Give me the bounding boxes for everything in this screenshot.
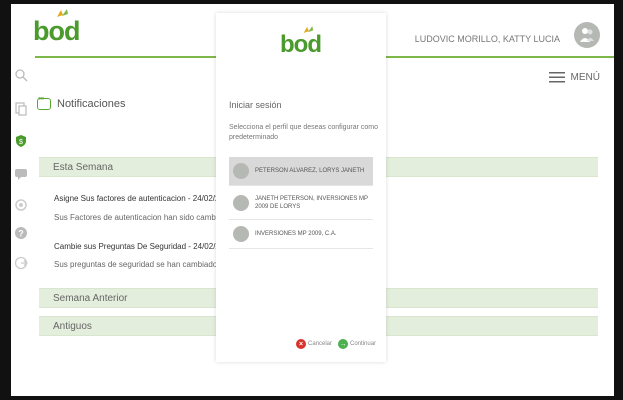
continue-label: Continuar (350, 341, 377, 347)
user-name[interactable]: LUDOVIC MORILLO, KATTY LUCIA (415, 34, 560, 44)
user-avatar[interactable] (574, 22, 600, 48)
modal-heading: Iniciar sesión (229, 100, 282, 110)
window-frame-right (614, 0, 623, 400)
profile-avatar-icon (233, 163, 249, 179)
hamburger-icon (548, 72, 565, 83)
logo-leaf-icon (57, 9, 68, 17)
notifications-header: Notificaciones (37, 94, 126, 110)
chat-icon[interactable] (14, 167, 28, 181)
menu-label: MENÚ (570, 72, 600, 83)
modal-logo-leaf-icon (303, 26, 314, 33)
modal-brand-text: bod (280, 31, 322, 58)
continue-button[interactable]: → Continuar (338, 339, 376, 349)
notification-title-text: Cambie sus Preguntas De Seguridad - 24/0… (54, 241, 234, 251)
cancel-label: Cancelar (308, 341, 333, 347)
profile-avatar-icon (233, 194, 249, 211)
search-icon[interactable] (14, 68, 28, 82)
notifications-title: Notificaciones (57, 98, 126, 110)
help-icon[interactable]: ? (14, 226, 28, 240)
profile-avatar-icon (233, 226, 249, 242)
profile-name: JANETH PETERSON, INVERSIONES MP 2009 DE … (255, 195, 368, 210)
profile-option[interactable]: JANETH PETERSON, INVERSIONES MP 2009 DE … (229, 186, 373, 220)
continue-arrow-icon: → (338, 339, 349, 349)
notification-item-desc: Sus Factores de autenticacion han sido c… (54, 213, 229, 222)
section-this-week-label: Esta Semana (53, 162, 114, 173)
section-last-week-label: Semana Anterior (53, 293, 128, 304)
notification-title-text: Asigne Sus factores de autenticacion - 2… (54, 193, 233, 203)
profile-option[interactable]: INVERSIONES MP 2009, C.A. (229, 220, 373, 249)
profile-name: INVERSIONES MP 2009, C.A. (255, 231, 337, 237)
sidebar: $ ? (11, 58, 33, 396)
window-frame-left (0, 0, 11, 400)
modal-actions: × Cancelar → Continuar (296, 339, 376, 349)
brand-logo[interactable]: bod (33, 16, 80, 47)
modal-brand-logo: bod (280, 31, 322, 59)
cancel-button[interactable]: × Cancelar (296, 339, 332, 349)
profile-option[interactable]: PETERSON ALVAREZ, LORYS JANETH (229, 157, 373, 186)
documents-icon[interactable] (14, 102, 28, 116)
profile-list: PETERSON ALVAREZ, LORYS JANETH JANETH PE… (229, 157, 373, 249)
svg-text:?: ? (18, 229, 24, 239)
security-shield-icon[interactable]: $ (14, 134, 28, 148)
modal-subtitle: Selecciona el perfil que deseas configur… (229, 124, 379, 141)
app-window: bod LUDOVIC MORILLO, KATTY LUCIA MENÚ $ … (11, 4, 614, 396)
logout-icon[interactable] (14, 256, 28, 270)
settings-icon[interactable] (14, 198, 28, 212)
section-older-label: Antiguos (53, 321, 92, 332)
cancel-icon: × (296, 339, 306, 349)
menu-button[interactable]: MENÚ (548, 72, 600, 83)
profile-name: PETERSON ALVAREZ, LORYS JANETH (255, 168, 365, 174)
profile-select-modal: bod Iniciar sesión Selecciona el perfil … (216, 13, 386, 362)
brand-logo-text: bod (33, 16, 80, 46)
notifications-bubble-icon (37, 94, 51, 110)
user-avatar-icon (580, 28, 594, 42)
notification-item-desc: Sus preguntas de seguridad se han cambia… (54, 260, 229, 269)
window-frame-bottom (0, 396, 623, 400)
svg-text:$: $ (19, 139, 23, 146)
